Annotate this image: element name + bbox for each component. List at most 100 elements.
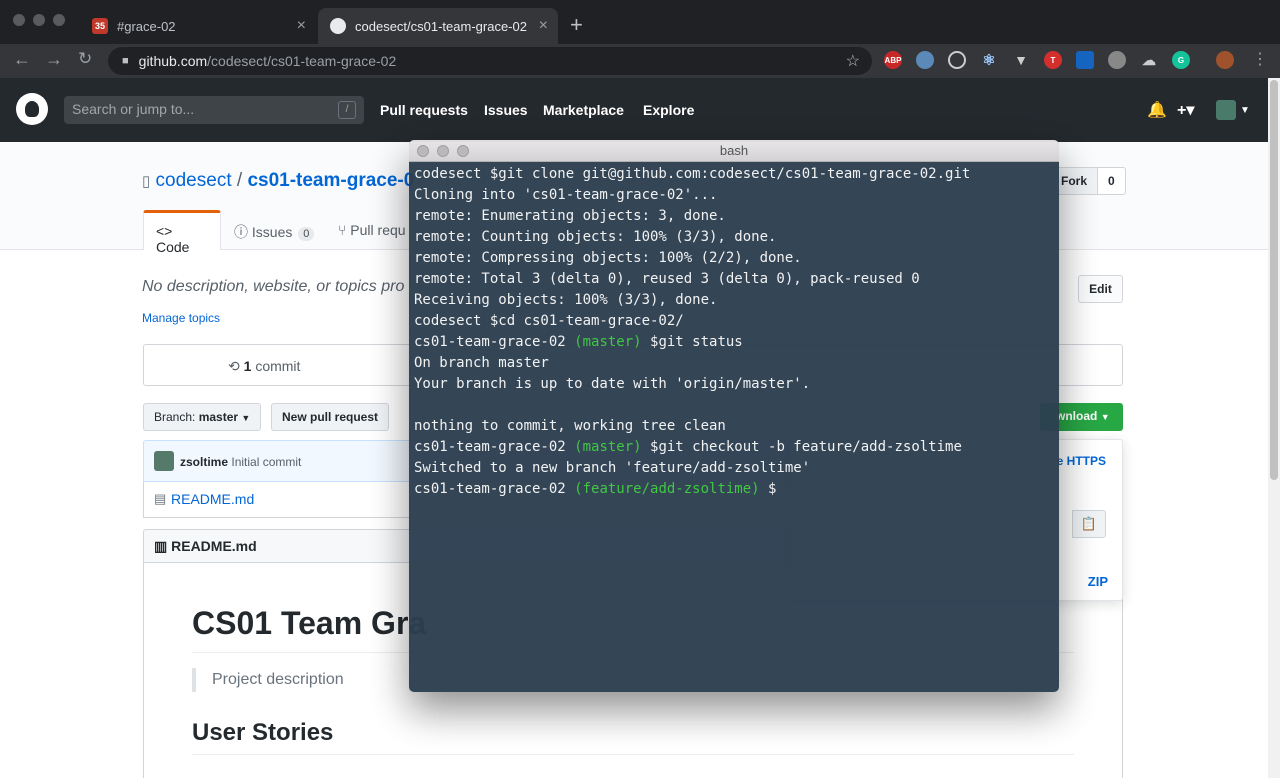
github-favicon-icon [330, 18, 346, 34]
commit-author-link[interactable]: zsoltime [180, 455, 228, 469]
divider [192, 754, 1074, 755]
terminal-line: Your branch is up to date with 'origin/m… [414, 374, 1054, 395]
github-header: Search or jump to... / Pull requests Iss… [0, 78, 1268, 142]
terminal-line: remote: Total 3 (delta 0), reused 3 (del… [414, 269, 1054, 290]
extension-circle-icon[interactable] [916, 51, 934, 69]
tab-code[interactable]: <> Code [143, 210, 221, 255]
tab-issues-label: Issues [251, 224, 293, 240]
commit-count: 1 [243, 358, 252, 374]
caret-down-icon: ▼ [241, 413, 251, 423]
address-bar[interactable]: ■ github.com/codesect/cs01-team-grace-02… [108, 47, 872, 75]
new-pull-request-button[interactable]: New pull request [271, 403, 390, 431]
search-placeholder: Search or jump to... [72, 101, 195, 117]
calendar-favicon-icon: 35 [92, 18, 108, 34]
browser-tab-grace[interactable]: 35 #grace-02 × [80, 8, 316, 44]
terminal-line: cs01-team-grace-02 (master) $git checkou… [414, 437, 1054, 458]
browser-tab-github[interactable]: codesect/cs01-team-grace-02 × [318, 8, 558, 44]
terminal-zoom-button[interactable] [457, 145, 469, 157]
trello-extension-icon[interactable] [1076, 51, 1094, 69]
file-name-link[interactable]: README.md [171, 491, 254, 507]
terminal-line: codesect $cd cs01-team-grace-02/ [414, 311, 1054, 332]
browser-toolbar: ← → ↻ ■ github.com/codesect/cs01-team-gr… [0, 44, 1280, 78]
use-https-link[interactable]: e HTTPS [1057, 454, 1106, 468]
repo-icon: ▯ [142, 173, 151, 190]
repo-separator: / [236, 170, 243, 191]
branch-select-button[interactable]: Branch: master ▼ [143, 403, 262, 431]
tab-pull-requests[interactable]: ⑂ Pull requ [326, 210, 418, 250]
new-tab-button[interactable]: + [570, 12, 583, 38]
window-minimize-button[interactable] [33, 14, 45, 26]
profile-avatar-icon[interactable] [1216, 51, 1234, 69]
terminal-command: $git checkout -b feature/add-zsoltime [641, 439, 962, 455]
window-close-button[interactable] [13, 14, 25, 26]
edit-description-button[interactable]: Edit [1078, 275, 1123, 303]
gray-extension-icon[interactable] [1108, 51, 1126, 69]
tab-code-label: Code [156, 239, 190, 255]
terminal-text: codesect $git clone git@github.com:codes… [414, 166, 971, 182]
react-devtools-icon[interactable]: ⚛ [980, 51, 998, 69]
tab-pulls-label: Pull requ [350, 222, 406, 238]
terminal-window[interactable]: bash codesect $git clone git@github.com:… [409, 140, 1059, 692]
download-zip-link[interactable]: ZIP [1088, 574, 1108, 589]
bookmark-star-icon[interactable]: ☆ [846, 51, 860, 71]
commits-link[interactable]: ⟲ 1 commit [228, 358, 300, 375]
reload-icon[interactable]: ↻ [78, 49, 92, 69]
readme-subheading: User Stories [192, 719, 334, 746]
close-tab-icon[interactable]: × [539, 17, 548, 35]
create-new-plus-icon[interactable]: +▾ [1177, 100, 1194, 120]
terminal-line: nothing to commit, working tree clean [414, 416, 1054, 437]
nav-explore[interactable]: Explore [643, 102, 694, 118]
page-scrollbar-thumb[interactable] [1270, 80, 1278, 480]
browser-tab-bar: 35 #grace-02 × codesect/cs01-team-grace-… [0, 0, 1280, 44]
user-avatar[interactable] [1216, 100, 1236, 120]
todoist-extension-icon[interactable]: T [1044, 51, 1062, 69]
nav-issues[interactable]: Issues [484, 102, 528, 118]
commit-author-avatar [154, 451, 174, 471]
back-arrow-icon[interactable]: ← [13, 49, 31, 70]
manage-topics-link[interactable]: Manage topics [142, 311, 220, 325]
readme-heading: CS01 Team Gra [192, 605, 427, 641]
repo-name-link[interactable]: cs01-team-grace-0 [247, 170, 414, 191]
github-search-input[interactable]: Search or jump to... / [64, 96, 364, 124]
cloud-extension-icon[interactable]: ☁ [1140, 51, 1158, 69]
commit-message[interactable]: Initial commit [231, 455, 301, 469]
terminal-line: remote: Compressing objects: 100% (2/2),… [414, 248, 1054, 269]
browser-menu-icon[interactable]: ⋮ [1252, 49, 1268, 69]
clipboard-icon[interactable]: 📋 [1072, 510, 1106, 538]
fork-widget: Fork 0 [1050, 167, 1126, 195]
url-host: github.com [138, 53, 208, 69]
notifications-bell-icon[interactable]: 🔔 [1147, 100, 1167, 120]
terminal-title-bar[interactable]: bash [409, 140, 1059, 162]
user-menu-caret-icon[interactable]: ▼ [1240, 105, 1250, 116]
adblock-plus-icon[interactable]: ABP [884, 51, 902, 69]
close-tab-icon[interactable]: × [297, 17, 306, 35]
terminal-text: On branch master [414, 355, 549, 371]
terminal-text: remote: Compressing objects: 100% (2/2),… [414, 250, 802, 266]
terminal-command: $git status [641, 334, 743, 350]
tab-issues[interactable]: ⓘ Issues 0 [222, 210, 326, 250]
terminal-line: Receiving objects: 100% (3/3), done. [414, 290, 1054, 311]
github-logo-icon[interactable] [16, 93, 48, 125]
fork-count[interactable]: 0 [1098, 167, 1126, 195]
vue-devtools-icon[interactable]: ▼ [1012, 51, 1030, 69]
terminal-line: cs01-team-grace-02 (feature/add-zsoltime… [414, 479, 1054, 500]
forward-arrow-icon[interactable]: → [45, 49, 63, 70]
nav-marketplace[interactable]: Marketplace [543, 102, 624, 118]
nav-pull-requests[interactable]: Pull requests [380, 102, 468, 118]
terminal-text: Cloning into 'cs01-team-grace-02'... [414, 187, 718, 203]
lock-icon: ■ [122, 55, 129, 67]
terminal-minimize-button[interactable] [437, 145, 449, 157]
terminal-text: nothing to commit, working tree clean [414, 418, 726, 434]
commit-summary: zsoltime Initial commit [180, 455, 301, 469]
target-extension-icon[interactable] [948, 51, 966, 69]
prompt-branch: (master) [574, 439, 642, 455]
terminal-line: Cloning into 'cs01-team-grace-02'... [414, 185, 1054, 206]
repo-description: No description, website, or topics pro [142, 278, 405, 295]
terminal-output[interactable]: codesect $git clone git@github.com:codes… [414, 164, 1054, 500]
repo-owner-link[interactable]: codesect [156, 170, 232, 191]
grammarly-icon[interactable]: G [1172, 51, 1190, 69]
repo-title: ▯ codesect / cs01-team-grace-0 [142, 170, 414, 192]
book-icon: ▥ [154, 538, 168, 554]
window-zoom-button[interactable] [53, 14, 65, 26]
terminal-close-button[interactable] [417, 145, 429, 157]
